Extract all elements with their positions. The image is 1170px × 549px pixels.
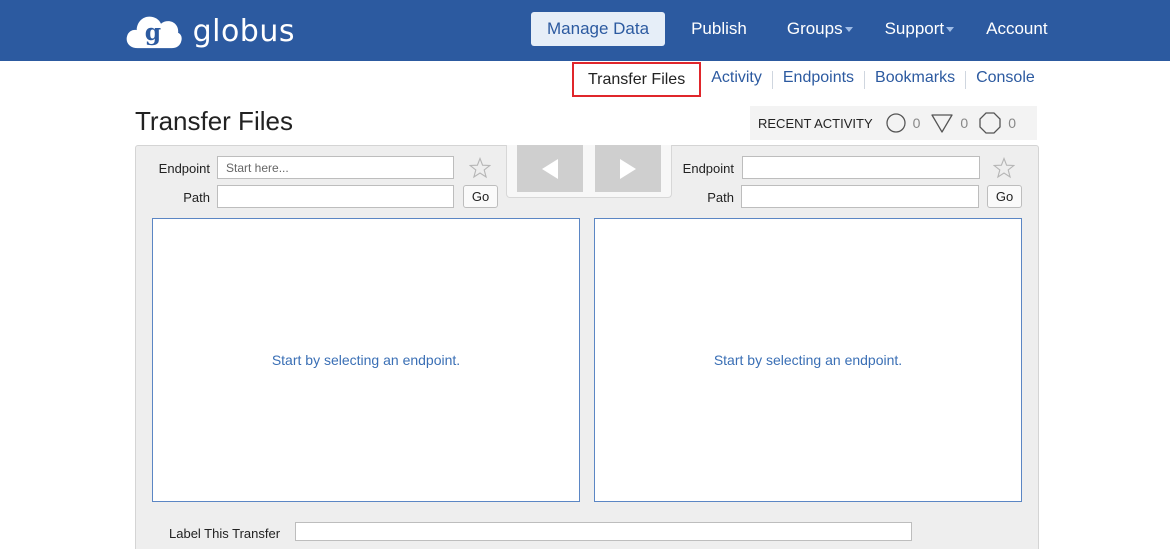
left-file-pane[interactable]: Start by selecting an endpoint. [152,218,580,502]
groups-caret-icon [844,27,853,33]
nav-publish[interactable]: Publish [675,12,763,46]
right-file-pane[interactable]: Start by selecting an endpoint. [594,218,1022,502]
right-empty-hint: Start by selecting an endpoint. [713,352,903,368]
left-endpoint-input[interactable] [217,156,454,179]
nav-publish-label: Publish [691,19,747,38]
nav-account-label: Account [986,19,1048,38]
logo-wordmark: globus [192,13,295,49]
subnav-console[interactable]: Console [966,62,1045,97]
nav-account[interactable]: Account [970,12,1063,46]
right-endpoint-input[interactable] [742,156,980,179]
failed-count: 0 [1008,115,1017,131]
nav-support-label: Support [884,19,945,38]
subnav-activity[interactable]: Activity [701,62,772,97]
left-empty-hint: Start by selecting an endpoint. [271,352,461,368]
left-go-button[interactable]: Go [463,185,498,208]
left-path-input[interactable] [217,185,454,208]
right-endpoint-label: Endpoint [682,161,734,176]
subnav-bookmarks[interactable]: Bookmarks [865,62,965,97]
right-go-button[interactable]: Go [987,185,1022,208]
main-nav: Manage Data Publish Groups Support Accou… [531,12,1064,46]
subnav-transfer-files[interactable]: Transfer Files [572,62,702,97]
right-path-input[interactable] [741,185,979,208]
top-bar: g globus Manage Data Publish Groups Supp… [0,0,1170,61]
active-transfers-stat[interactable]: 0 [885,112,921,134]
recent-activity-bar[interactable]: RECENT ACTIVITY 0 0 0 [750,106,1037,140]
nav-manage-data-label: Manage Data [547,19,650,38]
subnav-endpoints[interactable]: Endpoints [773,62,864,97]
transfer-left-button[interactable] [517,145,583,192]
warning-transfers-stat[interactable]: 0 [930,112,968,134]
left-endpoint-label: Endpoint [158,161,210,176]
cloud-logo-icon: g [126,16,182,49]
arrow-right-icon [620,158,636,179]
transfer-panel: Endpoint Path Go Endpoint Path Go Start … [135,145,1039,549]
nav-groups-label: Groups [786,19,843,38]
sub-nav: Transfer Files Activity Endpoints Bookma… [572,62,1045,97]
page-title: Transfer Files [135,106,293,136]
transfer-arrows [506,145,672,198]
support-caret-icon [946,27,955,33]
right-path-label: Path [707,190,734,205]
left-path-label: Path [183,190,210,205]
triangle-icon [931,114,954,133]
globus-logo[interactable]: g globus [125,8,295,54]
recent-activity-label: RECENT ACTIVITY [758,115,873,131]
arrow-left-icon [542,158,558,179]
nav-manage-data[interactable]: Manage Data [531,12,666,46]
transfer-right-button[interactable] [595,145,661,192]
octagon-icon [979,112,1001,134]
nav-support[interactable]: Support [869,12,971,46]
label-transfer-input[interactable] [295,522,912,541]
logo-letter: g [145,18,161,46]
left-bookmark-star-icon[interactable] [469,157,491,179]
right-bookmark-star-icon[interactable] [993,157,1015,179]
warning-count: 0 [960,115,969,131]
failed-transfers-stat[interactable]: 0 [978,111,1016,135]
label-transfer-label: Label This Transfer [169,526,281,541]
circle-icon [885,113,906,133]
nav-groups[interactable]: Groups [771,12,869,46]
active-count: 0 [912,115,921,131]
